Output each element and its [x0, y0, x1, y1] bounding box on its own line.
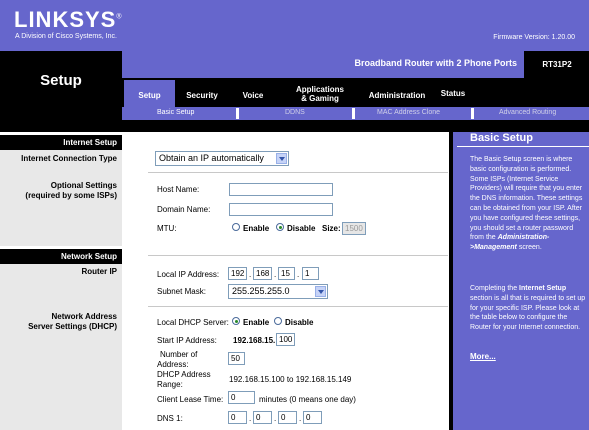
- host-name-label: Host Name:: [157, 185, 200, 194]
- start-ip-label: Start IP Address:: [157, 336, 217, 345]
- domain-name-field[interactable]: [229, 203, 333, 216]
- tab-applications-gaming[interactable]: Applications & Gaming: [282, 85, 358, 103]
- logo-subtitle: A Division of Cisco Systems, Inc.: [15, 33, 117, 40]
- row-separator: [148, 172, 448, 173]
- subtab-divider: [236, 108, 239, 119]
- mtu-enable-label: Enable: [243, 224, 270, 233]
- dns1-octet-2[interactable]: 0: [253, 411, 272, 424]
- lease-time-suffix: minutes (0 means one day): [259, 395, 356, 404]
- dns1-octet-3[interactable]: 0: [278, 411, 297, 424]
- tab-administration[interactable]: Administration: [362, 91, 432, 100]
- section-internet-setup: Internet Setup: [0, 135, 122, 150]
- host-name-field[interactable]: [229, 183, 333, 196]
- local-ip-octet-1[interactable]: 192: [228, 267, 247, 280]
- mtu-disable-label: Disable: [287, 224, 316, 233]
- subtab-divider: [352, 108, 355, 119]
- tab-setup[interactable]: Setup: [124, 91, 175, 100]
- local-ip-octet-4[interactable]: 1: [302, 267, 319, 280]
- lease-time-field[interactable]: 0: [228, 391, 255, 404]
- local-ip-label: Local IP Address:: [157, 270, 220, 279]
- dhcp-enable-radio[interactable]: [232, 317, 240, 325]
- chevron-down-icon: [276, 153, 287, 164]
- label-network-address: Network Address: [51, 312, 118, 321]
- connection-type-select[interactable]: Obtain an IP automatically: [155, 151, 289, 166]
- label-optional-settings: Optional Settings: [50, 181, 117, 190]
- mtu-size-label: Size:: [322, 224, 341, 233]
- domain-name-label: Domain Name:: [157, 205, 211, 214]
- ip-dot: .: [274, 414, 277, 423]
- row-separator: [148, 255, 448, 256]
- dhcp-disable-radio[interactable]: [274, 317, 282, 325]
- model-number: RT31P2: [525, 51, 589, 78]
- dhcp-range-value: 192.168.15.100 to 192.168.15.149: [229, 375, 352, 384]
- ip-dot: .: [297, 270, 300, 279]
- mtu-label: MTU:: [157, 224, 177, 233]
- start-ip-last-octet[interactable]: 100: [276, 333, 295, 346]
- tab-voice[interactable]: Voice: [232, 91, 274, 100]
- local-ip-octet-3[interactable]: 15: [278, 267, 295, 280]
- page-title: Setup: [40, 72, 82, 89]
- help-divider: [457, 146, 589, 147]
- subnet-mask-value: 255.255.255.0: [232, 286, 290, 296]
- mtu-size-field[interactable]: 1500: [342, 222, 366, 235]
- section-network-setup: Network Setup: [0, 249, 122, 264]
- label-optional-settings-note: (required by some ISPs): [25, 191, 117, 200]
- subtab-basic-setup[interactable]: Basic Setup: [157, 109, 194, 116]
- firmware-version: Firmware Version: 1.20.00: [493, 34, 575, 41]
- more-link[interactable]: More...: [470, 352, 496, 361]
- linksys-logo: LINKSYS®: [14, 7, 123, 32]
- dns1-label: DNS 1:: [157, 414, 183, 423]
- mtu-enable-radio[interactable]: [232, 223, 240, 231]
- dns1-octet-4[interactable]: 0: [303, 411, 322, 424]
- mtu-disable-radio[interactable]: [276, 223, 284, 231]
- subtab-mac-address-clone[interactable]: MAC Address Clone: [377, 109, 440, 116]
- dhcp-enable-label: Enable: [243, 318, 270, 327]
- help-paragraph-1: The Basic Setup screen is where basic co…: [470, 156, 583, 252]
- num-address-field[interactable]: 50: [228, 352, 245, 365]
- tab-status[interactable]: Status: [433, 89, 473, 98]
- subtab-ddns[interactable]: DDNS: [285, 109, 305, 116]
- product-name: Broadband Router with 2 Phone Ports: [354, 58, 517, 68]
- label-dhcp-server-settings: Server Settings (DHCP): [28, 322, 117, 331]
- ip-dot: .: [249, 414, 252, 423]
- ip-dot: .: [274, 270, 277, 279]
- dhcp-disable-label: Disable: [285, 318, 314, 327]
- tab-security[interactable]: Security: [178, 91, 226, 100]
- chevron-down-icon: [315, 286, 326, 297]
- lease-time-label: Client Lease Time:: [157, 395, 224, 404]
- dhcp-server-label: Local DHCP Server:: [157, 318, 229, 327]
- help-title: Basic Setup: [470, 132, 533, 144]
- connection-type-value: Obtain an IP automatically: [159, 153, 264, 163]
- subnet-mask-label: Subnet Mask:: [157, 287, 206, 296]
- left-label-column: [0, 132, 122, 430]
- local-ip-octet-2[interactable]: 168: [253, 267, 272, 280]
- subtab-advanced-routing[interactable]: Advanced Routing: [499, 109, 556, 116]
- ip-dot: .: [249, 270, 252, 279]
- label-connection-type: Internet Connection Type: [21, 154, 117, 163]
- num-address-label-2: Address:: [157, 360, 189, 369]
- subnet-mask-select[interactable]: 255.255.255.0: [228, 284, 328, 299]
- dhcp-range-label: DHCP Address: [157, 370, 211, 379]
- help-paragraph-2: Completing the Internet Setup section is…: [470, 285, 586, 332]
- dns1-octet-1[interactable]: 0: [228, 411, 247, 424]
- label-router-ip: Router IP: [81, 267, 117, 276]
- dhcp-range-label-2: Range:: [157, 380, 183, 389]
- subtab-divider: [471, 108, 474, 119]
- ip-dot: .: [299, 414, 302, 423]
- row-separator: [148, 306, 448, 307]
- num-address-label: Number of: [160, 350, 198, 359]
- start-ip-prefix: 192.168.15.: [233, 336, 276, 345]
